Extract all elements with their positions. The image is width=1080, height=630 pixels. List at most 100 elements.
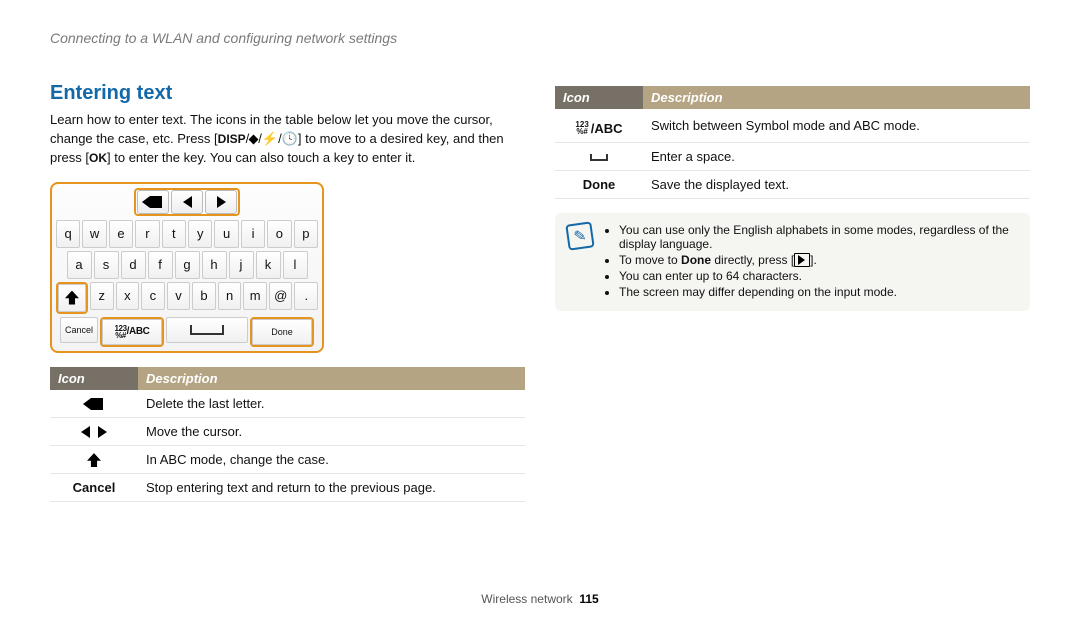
desc-cell: Delete the last letter. — [138, 390, 525, 418]
icon-cell: 123%#/ABC — [555, 109, 643, 142]
key-i: i — [241, 220, 265, 248]
th-desc-left: Description — [138, 367, 525, 390]
note-icon: ✎ — [565, 221, 594, 250]
breadcrumb: Connecting to a WLAN and configuring net… — [50, 30, 1030, 46]
key-x: x — [116, 282, 140, 310]
spacebar-icon — [190, 325, 224, 335]
playback-icon — [794, 253, 810, 267]
key-l: l — [283, 251, 308, 279]
key-j: j — [229, 251, 254, 279]
intro-text-3: ] to enter the key. You can also touch a… — [107, 150, 415, 165]
cursor-left-key — [171, 190, 203, 214]
icon-cell — [50, 445, 138, 474]
note-item: You can enter up to 64 characters. — [619, 269, 1018, 283]
note-item: You can use only the English alphabets i… — [619, 223, 1018, 251]
section-title: Entering text — [50, 82, 525, 105]
key-o: o — [267, 220, 291, 248]
keyboard-row-1: q w e r t y u i o p — [56, 220, 318, 248]
triangle-right-icon — [98, 426, 107, 438]
triangle-right-icon — [217, 196, 226, 208]
backspace-icon — [85, 398, 103, 410]
key-u: u — [214, 220, 238, 248]
desc-cell: Enter a space. — [643, 142, 1030, 170]
spacebar-icon — [590, 154, 608, 161]
key-f: f — [148, 251, 173, 279]
key-b: b — [192, 282, 216, 310]
th-desc-right: Description — [643, 86, 1030, 109]
triangle-left-icon — [183, 196, 192, 208]
th-icon-right: Icon — [555, 86, 643, 109]
desc-cell: Save the displayed text. — [643, 170, 1030, 198]
ok-label: OK — [89, 150, 107, 167]
keyboard-row-3: z x c v b n m @ . — [56, 282, 318, 314]
table-row: Move the cursor. — [50, 417, 525, 445]
mode-abc-text: /ABC — [127, 326, 150, 337]
key-h: h — [202, 251, 227, 279]
keyboard-nav-row — [56, 188, 318, 216]
mode-abc-icon: 123%#/ABC — [575, 121, 622, 136]
keyboard-illustration: q w e r t y u i o p a s d f g h — [50, 182, 324, 353]
backspace-key — [137, 190, 169, 214]
done-highlight: Done — [250, 317, 314, 347]
key-d: d — [121, 251, 146, 279]
timer-icon: 🕓 — [282, 131, 298, 146]
left-icon-table: Icon Description Delete the last letter.… — [50, 367, 525, 503]
keyboard-row-2: a s d f g h j k l — [56, 251, 318, 279]
th-icon-left: Icon — [50, 367, 138, 390]
key-n: n — [218, 282, 242, 310]
key-s: s — [94, 251, 119, 279]
done-key: Done — [252, 319, 312, 345]
key-t: t — [162, 220, 186, 248]
intro-paragraph: Learn how to enter text. The icons in th… — [50, 111, 525, 168]
key-at: @ — [269, 282, 293, 310]
right-column: Icon Description 123%#/ABC Switch betwee… — [555, 82, 1030, 502]
desc-cell: In ABC mode, change the case. — [138, 445, 525, 474]
icon-cell — [50, 417, 138, 445]
shift-key — [58, 284, 86, 312]
left-column: Entering text Learn how to enter text. T… — [50, 82, 525, 502]
key-a: a — [67, 251, 92, 279]
shift-icon — [65, 291, 79, 305]
shift-icon — [87, 453, 101, 467]
page-footer: Wireless network 115 — [0, 592, 1080, 606]
table-row: Done Save the displayed text. — [555, 170, 1030, 198]
document-page: Connecting to a WLAN and configuring net… — [0, 0, 1080, 502]
key-v: v — [167, 282, 191, 310]
key-z: z — [90, 282, 114, 310]
disp-label: DISP — [218, 131, 246, 148]
desc-cell: Move the cursor. — [138, 417, 525, 445]
mode-highlight: 123%#/ABC — [100, 317, 164, 347]
mode-key: 123%#/ABC — [102, 319, 162, 345]
two-column-layout: Entering text Learn how to enter text. T… — [50, 82, 1030, 502]
key-g: g — [175, 251, 200, 279]
page-number: 115 — [579, 592, 598, 606]
keyboard-nav-group — [134, 188, 240, 216]
icon-cell: Cancel — [50, 474, 138, 502]
table-row: Cancel Stop entering text and return to … — [50, 474, 525, 502]
right-icon-table: Icon Description 123%#/ABC Switch betwee… — [555, 86, 1030, 199]
note-item: The screen may differ depending on the i… — [619, 285, 1018, 299]
space-key — [166, 317, 248, 343]
keyboard-bottom-row: Cancel 123%#/ABC Done — [56, 317, 318, 347]
cursor-right-key — [205, 190, 237, 214]
key-q: q — [56, 220, 80, 248]
flash-icon: ⚡ — [262, 130, 278, 149]
shift-highlight — [56, 282, 88, 314]
table-row: 123%#/ABC Switch between Symbol mode and… — [555, 109, 1030, 142]
key-c: c — [141, 282, 165, 310]
cancel-key: Cancel — [60, 317, 98, 343]
note-box: ✎ You can use only the English alphabets… — [555, 213, 1030, 312]
icon-cell — [555, 142, 643, 170]
triangle-left-icon — [81, 426, 90, 438]
key-p: p — [294, 220, 318, 248]
mode-symbol-icon: 123%# — [115, 325, 127, 339]
macro-icon — [249, 134, 259, 144]
key-y: y — [188, 220, 212, 248]
table-row: Delete the last letter. — [50, 390, 525, 418]
key-k: k — [256, 251, 281, 279]
key-r: r — [135, 220, 159, 248]
footer-section: Wireless network — [481, 592, 572, 606]
table-row: In ABC mode, change the case. — [50, 445, 525, 474]
key-m: m — [243, 282, 267, 310]
icon-cell: Done — [555, 170, 643, 198]
